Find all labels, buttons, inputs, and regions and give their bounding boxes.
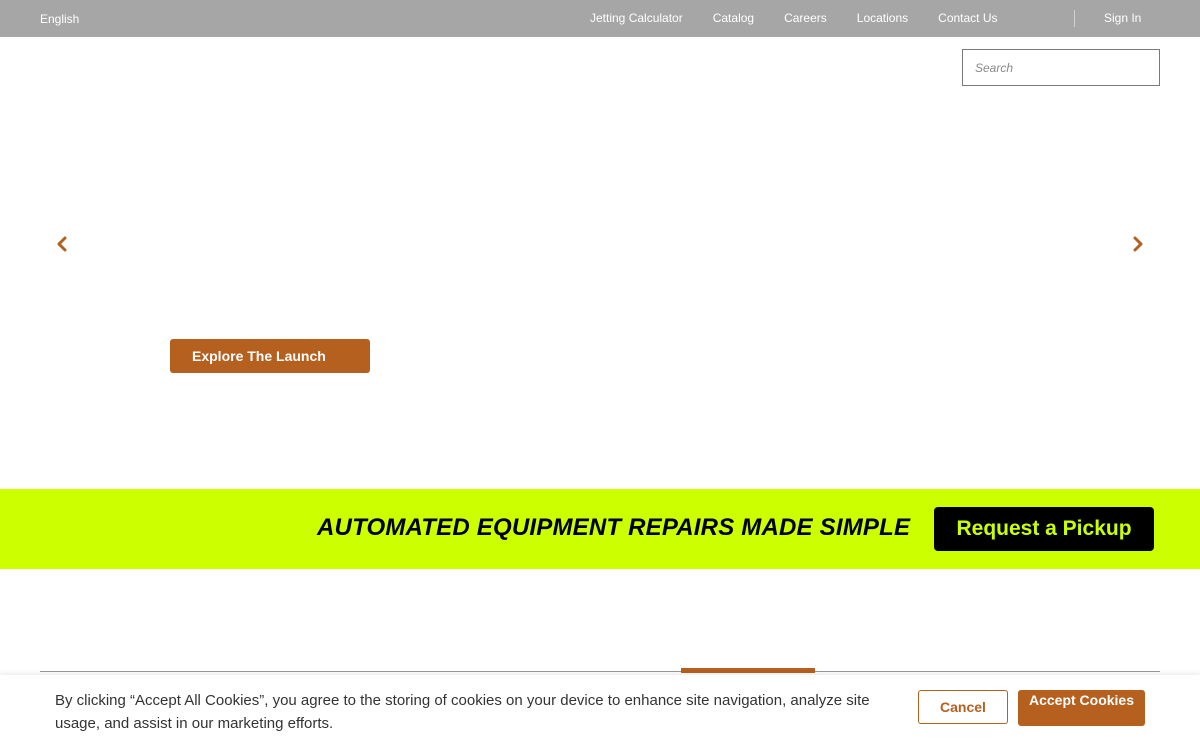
- carousel-next-button[interactable]: [1130, 234, 1146, 254]
- language-selector[interactable]: English: [40, 12, 79, 26]
- section-divider: [40, 671, 1160, 672]
- nav-link-jetting-calculator[interactable]: Jetting Calculator: [590, 11, 683, 25]
- nav-link-contact-us[interactable]: Contact Us: [938, 11, 997, 25]
- explore-launch-button[interactable]: Explore The Launch: [170, 339, 370, 373]
- search-box: [962, 49, 1160, 86]
- sign-in-link[interactable]: Sign In: [1104, 11, 1141, 25]
- chevron-left-icon: [57, 236, 67, 252]
- cookie-banner: By clicking “Accept All Cookies”, you ag…: [0, 675, 1200, 750]
- nav-link-catalog[interactable]: Catalog: [713, 11, 754, 25]
- cookie-cancel-button[interactable]: Cancel: [918, 690, 1008, 724]
- search-input[interactable]: [973, 50, 1157, 85]
- nav-divider: [1074, 10, 1075, 27]
- carousel-prev-button[interactable]: [54, 234, 70, 254]
- promo-banner: AUTOMATED EQUIPMENT REPAIRS MADE SIMPLE …: [0, 489, 1200, 569]
- active-tab-indicator: [681, 668, 815, 673]
- cookie-message: By clicking “Accept All Cookies”, you ag…: [55, 692, 870, 732]
- promo-headline: AUTOMATED EQUIPMENT REPAIRS MADE SIMPLE: [317, 514, 911, 541]
- top-utility-bar: English Jetting Calculator Catalog Caree…: [0, 0, 1200, 37]
- request-pickup-button[interactable]: Request a Pickup: [934, 507, 1154, 551]
- top-nav: Jetting Calculator Catalog Careers Locat…: [590, 11, 1028, 25]
- accept-cookies-button[interactable]: Accept Cookies: [1018, 690, 1145, 726]
- nav-link-locations[interactable]: Locations: [857, 11, 908, 25]
- chevron-right-icon: [1133, 236, 1143, 252]
- nav-link-careers[interactable]: Careers: [784, 11, 827, 25]
